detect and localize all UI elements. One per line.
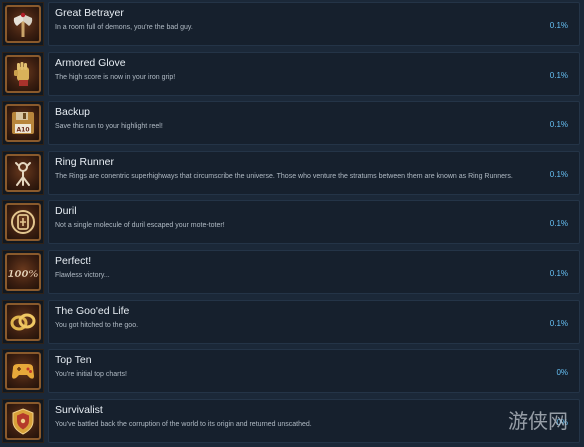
- achievement-description: You've battled back the corruption of th…: [55, 421, 312, 428]
- duril-icon: [5, 203, 41, 241]
- achievement-description: You got hitched to the goo.: [55, 322, 139, 329]
- achievement-panel: Ring Runner The Rings are conentric super…: [48, 151, 580, 195]
- achievement-unlock-percent: 0.1%: [549, 219, 568, 228]
- rings-icon: [5, 303, 41, 341]
- achievement-description: The Rings are conentric superhighways th…: [55, 173, 513, 180]
- achievement-title: Armored Glove: [55, 57, 126, 69]
- achievement-description: The high score is now in your iron grip!: [55, 74, 176, 81]
- shield-icon: [5, 402, 41, 440]
- achievement-title: Perfect!: [55, 255, 92, 267]
- achievement-icon-frame: [2, 399, 44, 443]
- axe-icon: [5, 5, 41, 43]
- achievement-row[interactable]: Armored Glove The high score is now in yo…: [0, 52, 584, 96]
- percent-badge-icon: 100%: [5, 253, 41, 291]
- achievement-row[interactable]: Survivalist You've battled back the corru…: [0, 399, 584, 443]
- achievement-row[interactable]: A10 Backup Save this run to your highlight…: [0, 101, 584, 145]
- achievement-unlock-percent: 0.1%: [549, 21, 568, 30]
- achievement-icon-frame: [2, 52, 44, 96]
- achievement-row[interactable]: The Goo'ed Life You got hitched to the go…: [0, 300, 584, 344]
- icon-label: 100%: [8, 269, 38, 280]
- achievement-row[interactable]: 100% Perfect! Flawless victory... 0.1%: [0, 250, 584, 294]
- achievement-icon-frame: [2, 300, 44, 344]
- achievement-description: Not a single molecule of duril escaped y…: [55, 222, 225, 229]
- glove-icon: [5, 55, 41, 93]
- achievement-unlock-percent: 0.1%: [549, 170, 568, 179]
- gamepad-icon: [5, 352, 41, 390]
- achievement-description: In a room full of demons, you're the bad…: [55, 24, 193, 31]
- achievement-panel: Backup Save this run to your highlight re…: [48, 101, 580, 145]
- achievement-icon-frame: [2, 151, 44, 195]
- achievement-list: Great Betrayer In a room full of demons, …: [0, 0, 584, 447]
- achievement-icon-frame: [2, 200, 44, 244]
- achievement-icon-frame: A10: [2, 101, 44, 145]
- achievement-title: Survivalist: [55, 404, 103, 416]
- achievement-unlock-percent: 0%: [556, 368, 568, 377]
- achievement-panel: The Goo'ed Life You got hitched to the go…: [48, 300, 580, 344]
- achievement-title: Backup: [55, 106, 91, 118]
- achievement-panel: Top Ten You're initial top charts! 0%: [48, 349, 580, 393]
- achievement-icon-frame: [2, 349, 44, 393]
- achievement-description: Flawless victory...: [55, 272, 110, 279]
- floppy-disk-icon: A10: [5, 104, 41, 142]
- achievement-unlock-percent: 0.1%: [549, 71, 568, 80]
- achievement-panel: Duril Not a single molecule of duril esca…: [48, 200, 580, 244]
- achievement-title: Top Ten: [55, 354, 92, 366]
- achievement-title: Ring Runner: [55, 156, 114, 168]
- achievement-icon-frame: 100%: [2, 250, 44, 294]
- rune-icon: [5, 154, 41, 192]
- achievement-title: Great Betrayer: [55, 7, 124, 19]
- achievement-row[interactable]: Top Ten You're initial top charts! 0%: [0, 349, 584, 393]
- achievement-unlock-percent: 0%: [556, 418, 568, 427]
- achievement-panel: Armored Glove The high score is now in yo…: [48, 52, 580, 96]
- achievement-panel: Perfect! Flawless victory... 0.1%: [48, 250, 580, 294]
- achievement-description: Save this run to your highlight reel!: [55, 123, 163, 130]
- achievement-panel: Survivalist You've battled back the corru…: [48, 399, 580, 443]
- achievement-title: Duril: [55, 205, 77, 217]
- achievement-row[interactable]: Duril Not a single molecule of duril esca…: [0, 200, 584, 244]
- achievement-row[interactable]: Great Betrayer In a room full of demons, …: [0, 2, 584, 46]
- achievement-icon-frame: [2, 2, 44, 46]
- icon-label: A10: [17, 127, 30, 134]
- achievement-title: The Goo'ed Life: [55, 305, 130, 317]
- achievement-row[interactable]: Ring Runner The Rings are conentric super…: [0, 151, 584, 195]
- achievement-description: You're initial top charts!: [55, 371, 127, 378]
- achievement-unlock-percent: 0.1%: [549, 269, 568, 278]
- achievement-unlock-percent: 0.1%: [549, 120, 568, 129]
- achievement-panel: Great Betrayer In a room full of demons, …: [48, 2, 580, 46]
- achievement-unlock-percent: 0.1%: [549, 319, 568, 328]
